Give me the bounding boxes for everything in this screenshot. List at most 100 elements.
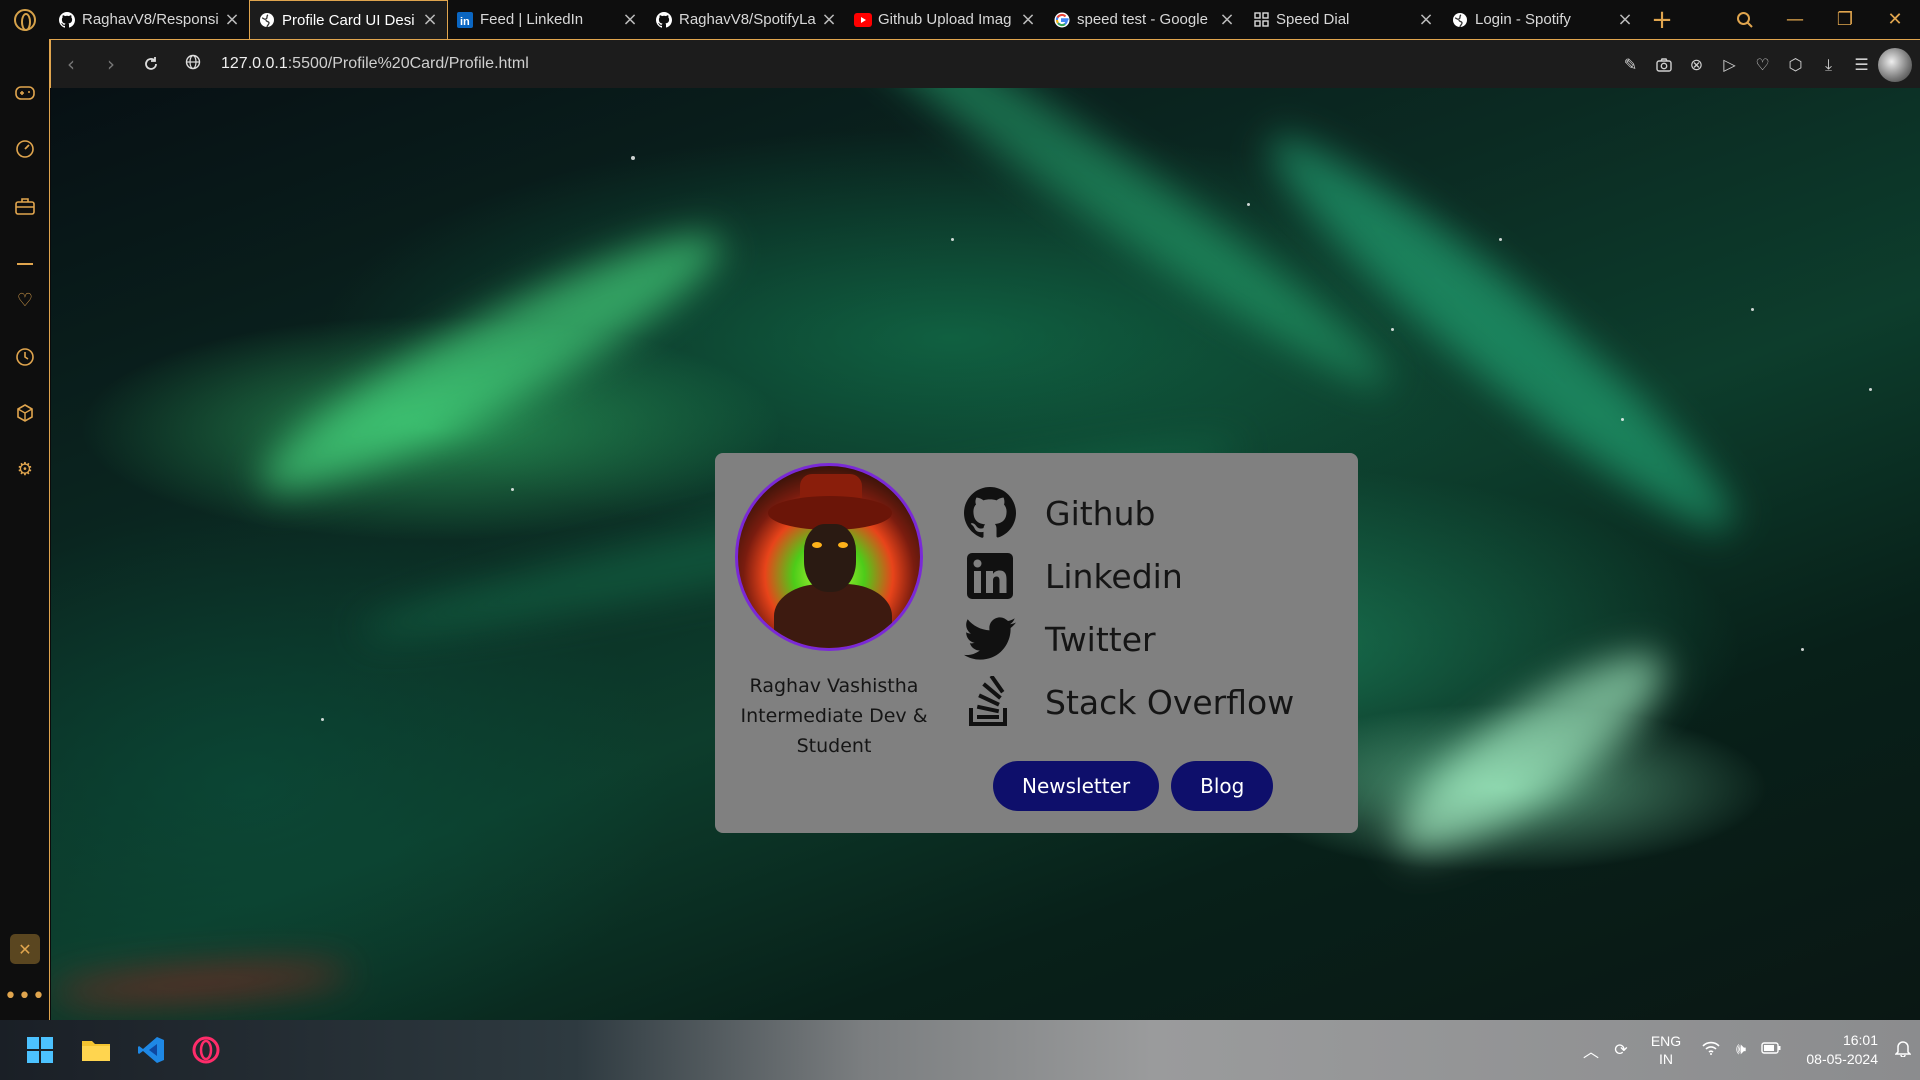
close-icon[interactable]: ×	[1218, 10, 1236, 29]
url-field[interactable]: 127.0.0.1:5500/Profile%20Card/Profile.ht…	[185, 54, 529, 75]
restore-button[interactable]: ❐	[1820, 0, 1870, 39]
star	[321, 718, 324, 721]
link-label: Linkedin	[1045, 556, 1183, 596]
tab-spotify-login[interactable]: Login - Spotify ×	[1443, 0, 1642, 39]
close-icon[interactable]: ×	[1019, 10, 1037, 29]
page-viewport: Raghav Vashistha Intermediate Dev & Stud…	[51, 88, 1920, 1020]
link-label: Stack Overflow	[1045, 682, 1295, 722]
linkedin-icon: in	[456, 11, 474, 29]
language-indicator[interactable]: ENG IN	[1636, 1032, 1696, 1068]
star	[631, 156, 635, 160]
profile-info: Raghav Vashistha Intermediate Dev & Stud…	[721, 671, 947, 761]
system-tray: ︿ ⟳ ENG IN 🕪 16:01 08-05-2024	[1576, 1020, 1920, 1080]
avatar-figure-body	[774, 584, 892, 648]
close-icon[interactable]: ×	[621, 10, 639, 29]
tab-title: Feed | LinkedIn	[480, 11, 584, 28]
easy-setup-icon[interactable]: ☰	[1845, 50, 1878, 80]
link-twitter[interactable]: Twitter	[961, 613, 1294, 665]
profile-name: Raghav Vashistha	[749, 675, 919, 697]
language-code: ENG	[1650, 1033, 1682, 1049]
download-icon[interactable]: ⤓	[1812, 50, 1845, 80]
card-actions: Newsletter Blog	[993, 761, 1285, 811]
search-tabs-icon[interactable]	[1720, 0, 1770, 39]
reload-button[interactable]	[131, 44, 171, 84]
tab-title: RaghavV8/SpotifyLa	[679, 11, 816, 28]
blog-button[interactable]: Blog	[1171, 761, 1274, 811]
close-icon[interactable]: ×	[820, 10, 838, 29]
close-window-button[interactable]: ✕	[1870, 0, 1920, 39]
profile-avatar[interactable]	[1878, 47, 1912, 82]
close-icon[interactable]: ×	[421, 11, 439, 29]
site-info-icon[interactable]	[185, 54, 201, 75]
close-icon[interactable]: ×	[1616, 10, 1634, 29]
tab-title: Login - Spotify	[1475, 11, 1571, 28]
svg-text:in: in	[460, 16, 470, 28]
volume-icon[interactable]: 🕪	[1726, 1041, 1756, 1059]
heart-icon[interactable]: ♡	[0, 282, 50, 318]
close-icon[interactable]: ×	[223, 10, 241, 29]
briefcase-icon[interactable]	[0, 188, 50, 224]
edit-icon[interactable]: ✎	[1614, 50, 1647, 80]
more-options-icon[interactable]: •••	[0, 984, 50, 1009]
tab-profile-card[interactable]: Profile Card UI Desi ×	[249, 0, 448, 39]
tab-linkedin-feed[interactable]: in Feed | LinkedIn ×	[448, 0, 647, 39]
speedometer-icon[interactable]	[0, 131, 50, 167]
close-icon[interactable]: ×	[1417, 10, 1435, 29]
extensions-cube-icon[interactable]: ⬡	[1779, 50, 1812, 80]
youtube-icon	[854, 11, 872, 29]
extensions-cube-icon[interactable]	[0, 395, 50, 431]
windows-taskbar: ︿ ⟳ ENG IN 🕪 16:01 08-05-2024	[0, 1020, 1920, 1080]
star	[1391, 328, 1394, 331]
link-stackoverflow[interactable]: Stack Overflow	[961, 676, 1294, 728]
clock-date: 08-05-2024	[1806, 1051, 1878, 1067]
sync-icon[interactable]: ⟳	[1606, 1040, 1636, 1060]
notification-bell-icon[interactable]	[1886, 1039, 1920, 1062]
window-controls: — ❐ ✕	[1720, 0, 1920, 39]
opera-gx-icon[interactable]	[190, 1034, 222, 1066]
profile-role: Intermediate Dev &	[740, 705, 928, 727]
link-linkedin[interactable]: Linkedin	[961, 550, 1294, 602]
minimize-button[interactable]: —	[1770, 0, 1820, 39]
tab-youtube-github-upload[interactable]: Github Upload Imag ×	[846, 0, 1045, 39]
windows-start-icon[interactable]	[24, 1034, 56, 1066]
tab-github-responsive[interactable]: RaghavV8/Responsi ×	[50, 0, 249, 39]
heart-icon[interactable]: ♡	[1746, 50, 1779, 80]
send-icon[interactable]: ▷	[1713, 50, 1746, 80]
back-button[interactable]: ‹	[51, 44, 91, 84]
profile-card: Raghav Vashistha Intermediate Dev & Stud…	[715, 453, 1358, 833]
github-icon	[961, 487, 1019, 539]
taskbar-clock[interactable]: 16:01 08-05-2024	[1786, 1031, 1878, 1069]
battery-icon[interactable]	[1756, 1041, 1786, 1059]
close-sidebar-icon[interactable]: ✕	[10, 934, 40, 964]
adblock-icon[interactable]: ⊗	[1680, 50, 1713, 80]
tab-google-speed-test[interactable]: speed test - Google ×	[1045, 0, 1244, 39]
aurora-streak	[240, 201, 742, 525]
new-tab-button[interactable]: +	[1642, 0, 1682, 39]
google-icon	[1053, 11, 1071, 29]
vscode-icon[interactable]	[135, 1034, 167, 1066]
history-clock-icon[interactable]	[0, 339, 50, 375]
link-github[interactable]: Github	[961, 487, 1294, 539]
gamepad-icon[interactable]	[0, 75, 50, 111]
camera-icon[interactable]	[1647, 50, 1680, 80]
language-region: IN	[1659, 1051, 1673, 1067]
social-links: Github Linkedin Twitter Stack Overflow	[961, 487, 1294, 739]
aurora-streak	[51, 957, 352, 1009]
avatar-face	[804, 524, 856, 592]
star	[1801, 648, 1804, 651]
tab-bar: RaghavV8/Responsi × Profile Card UI Desi…	[0, 0, 1920, 39]
globe-icon	[1451, 11, 1469, 29]
file-explorer-icon[interactable]	[80, 1034, 112, 1066]
star	[511, 488, 514, 491]
star	[1621, 418, 1624, 421]
star	[951, 238, 954, 241]
settings-gear-icon[interactable]: ⚙	[0, 451, 50, 487]
newsletter-button[interactable]: Newsletter	[993, 761, 1160, 811]
speed-dial-icon	[1252, 11, 1270, 29]
tab-speed-dial[interactable]: Speed Dial ×	[1244, 0, 1443, 39]
chevron-up-icon[interactable]: ︿	[1576, 1038, 1606, 1062]
forward-button[interactable]: ›	[91, 44, 131, 84]
opera-logo-icon[interactable]	[0, 0, 50, 39]
wifi-icon[interactable]	[1696, 1041, 1726, 1060]
tab-github-spotify[interactable]: RaghavV8/SpotifyLa ×	[647, 0, 846, 39]
